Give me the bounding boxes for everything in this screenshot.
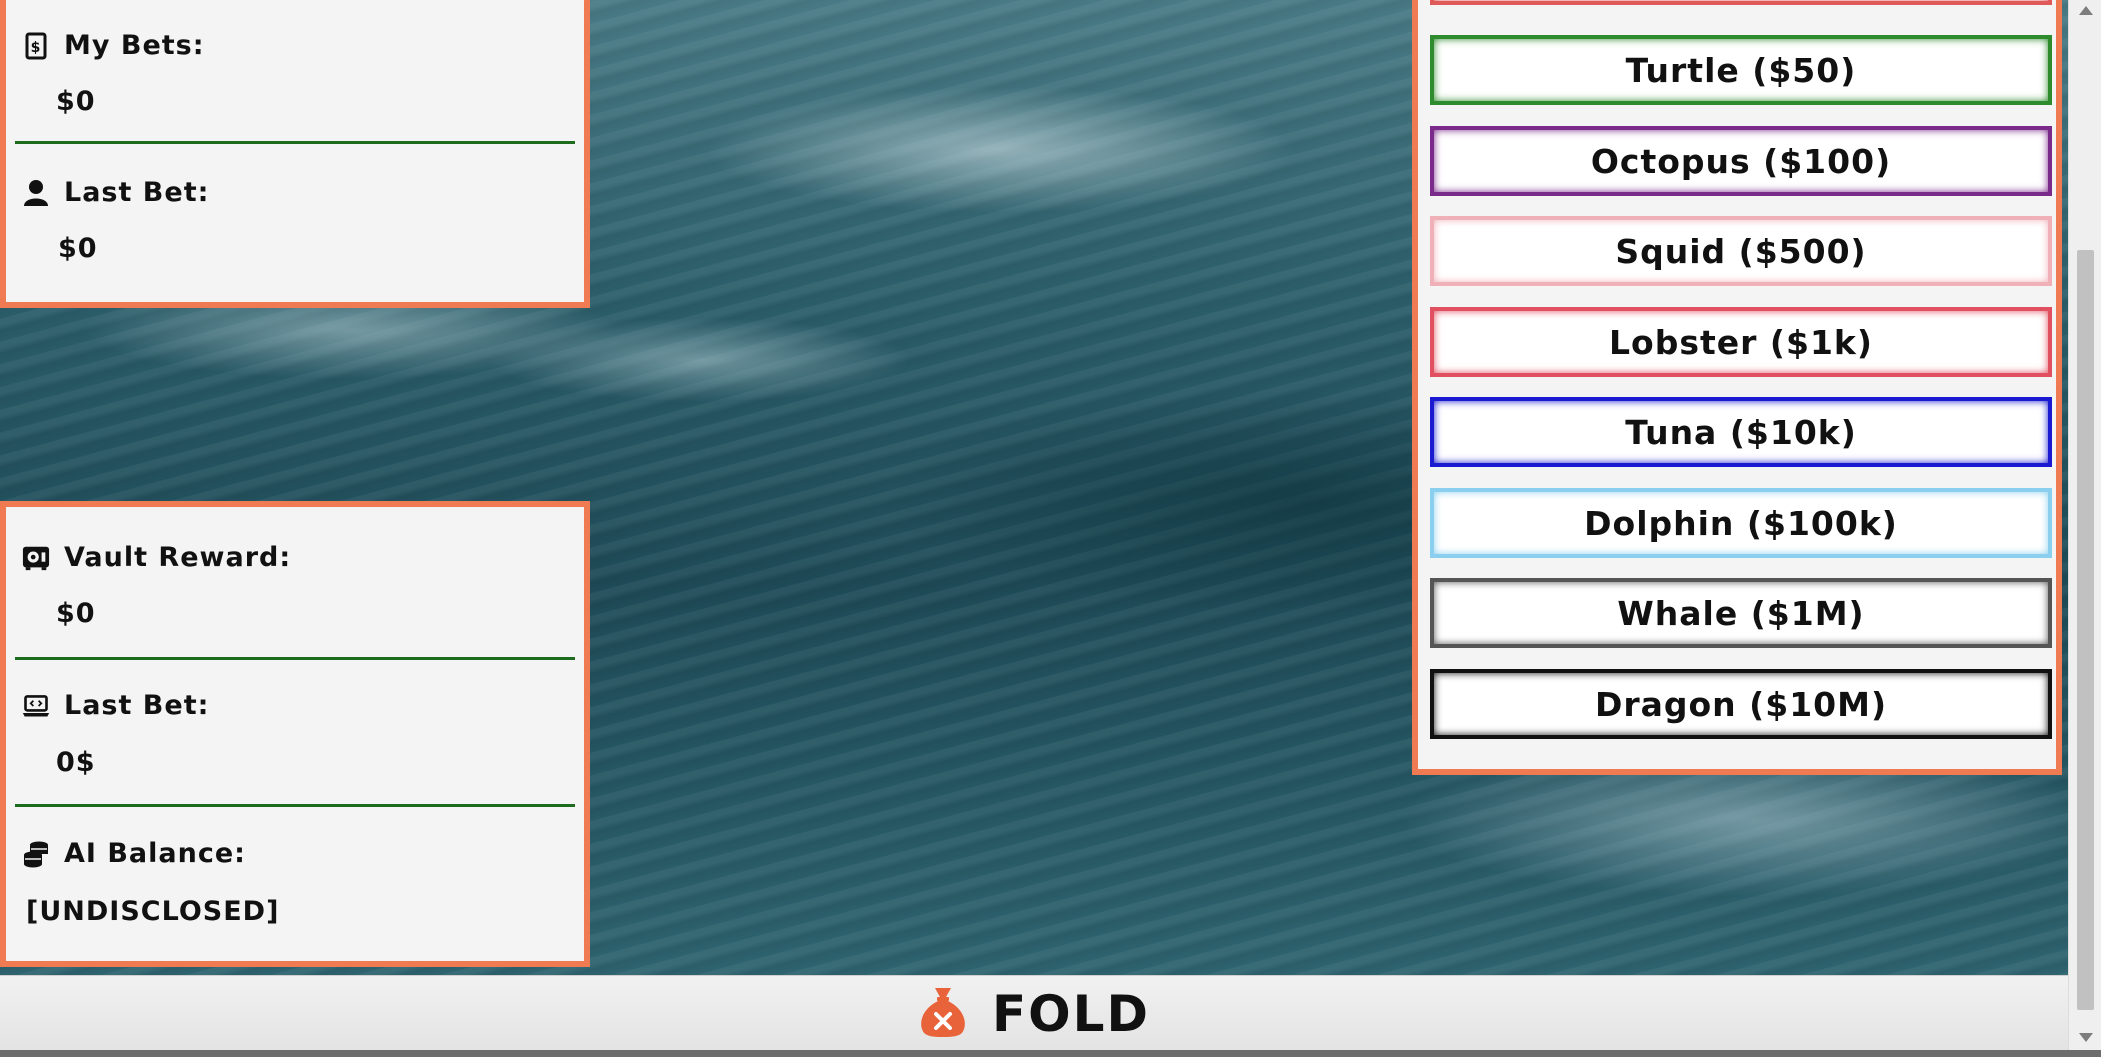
ai-balance-value: [UNDISCLOSED]	[26, 896, 280, 927]
bet-button[interactable]: Dolphin ($100k)	[1430, 488, 2052, 558]
bet-button[interactable]: Turtle ($50)	[1430, 35, 2052, 105]
money-bag-x-icon	[918, 986, 968, 1042]
player-stats-panel: $ My Bets: $0 Last Bet: $0	[0, 0, 590, 308]
scroll-thumb[interactable]	[2077, 250, 2094, 1010]
divider	[15, 141, 575, 144]
bet-button[interactable]: Whale ($1M)	[1430, 578, 2052, 648]
ai-last-bet-value: 0$	[56, 747, 96, 778]
fold-button[interactable]: FOLD	[918, 985, 1150, 1043]
vault-icon	[22, 544, 50, 572]
bet-button[interactable]: Octopus ($100)	[1430, 126, 2052, 196]
vault-reward-stat: Vault Reward:	[22, 542, 291, 573]
ai-balance-label: AI Balance:	[64, 838, 246, 869]
bet-button[interactable]: Squid ($500)	[1430, 216, 2052, 286]
ai-balance-stat: AI Balance:	[22, 838, 246, 869]
fold-label: FOLD	[991, 984, 1151, 1043]
coins-stack-icon	[22, 840, 50, 868]
scroll-up-arrow-icon[interactable]	[2079, 6, 2093, 15]
vertical-scrollbar[interactable]	[2068, 0, 2101, 1050]
divider	[15, 657, 575, 660]
user-icon	[22, 179, 50, 207]
my-bets-value: $0	[56, 86, 96, 117]
last-bet-stat: Last Bet:	[22, 177, 209, 208]
vault-reward-value: $0	[56, 598, 96, 629]
ai-last-bet-label: Last Bet:	[64, 690, 210, 721]
bet-button[interactable]: Lobster ($1k)	[1430, 307, 2052, 377]
receipt-dollar-icon: $	[22, 32, 50, 60]
vault-stats-panel: Vault Reward: $0 Last Bet: 0$ AI Balance…	[0, 501, 590, 967]
my-bets-label: My Bets:	[64, 30, 205, 61]
svg-text:$: $	[31, 40, 42, 56]
my-bets-stat: $ My Bets:	[22, 30, 205, 61]
laptop-code-icon	[22, 692, 50, 720]
divider	[15, 804, 575, 807]
bet-button[interactable]: Dragon ($10M)	[1430, 669, 2052, 739]
window-bottom-edge	[0, 1050, 2101, 1057]
bet-button[interactable]: Tuna ($10k)	[1430, 397, 2052, 467]
fold-bar: FOLD	[0, 975, 2068, 1051]
vault-reward-label: Vault Reward:	[64, 542, 292, 573]
bet-options-panel: Crab ($10) Turtle ($50) Octopus ($100) Squi…	[1412, 0, 2062, 775]
last-bet-label: Last Bet:	[64, 177, 210, 208]
scroll-down-arrow-icon[interactable]	[2079, 1033, 2093, 1042]
bet-button[interactable]: Crab ($10)	[1430, 0, 2052, 5]
last-bet-value: $0	[58, 233, 98, 264]
ai-last-bet-stat: Last Bet:	[22, 690, 209, 721]
